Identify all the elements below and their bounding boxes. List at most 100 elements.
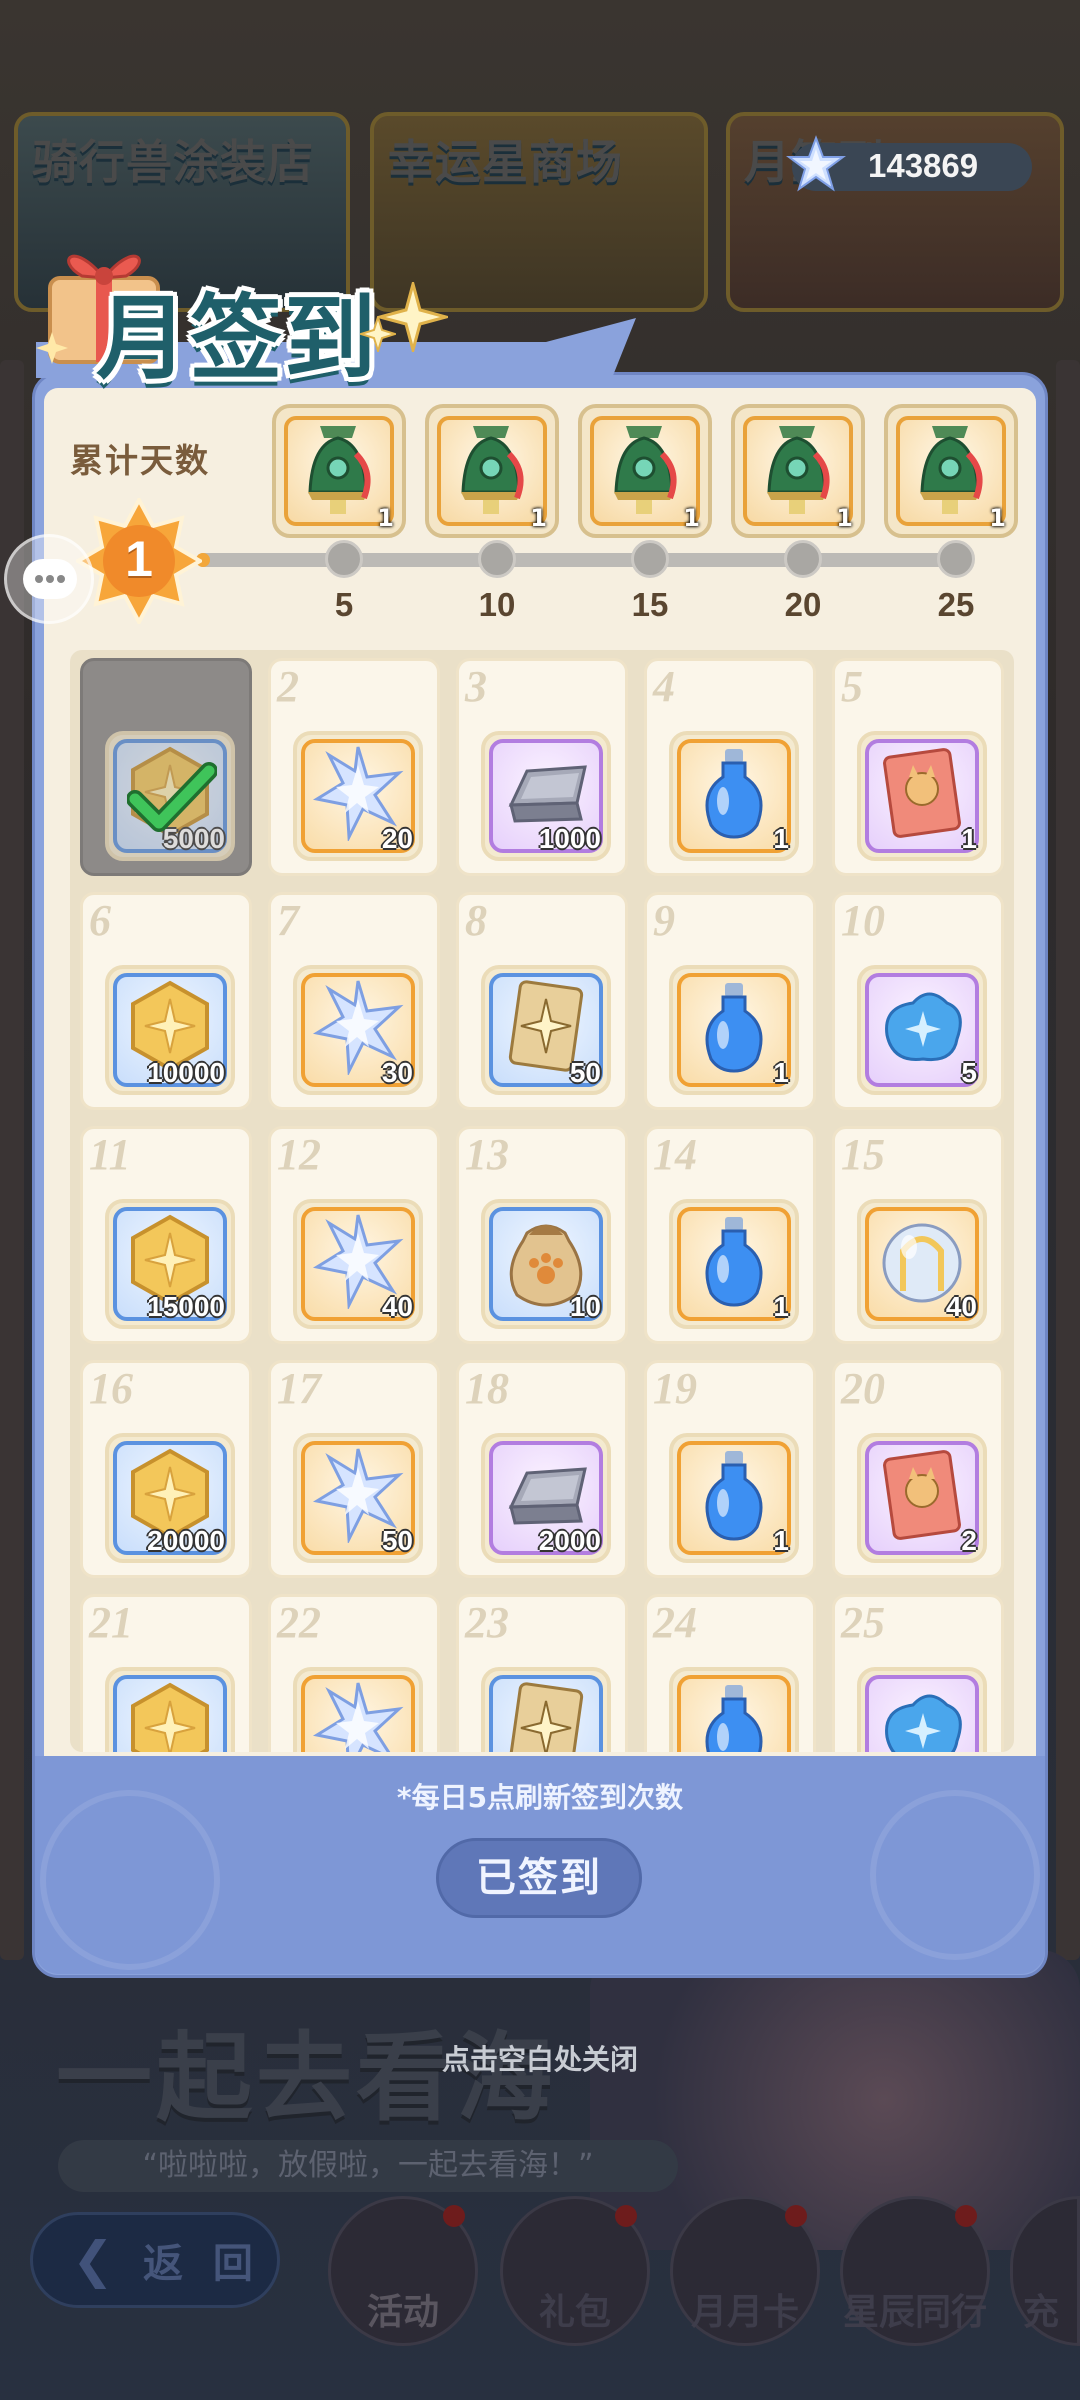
nav-activity[interactable]: 活动: [328, 2196, 478, 2346]
nav-label: 星辰同行: [843, 2292, 988, 2333]
cat-ticket-icon: [883, 1450, 961, 1540]
reward-quantity: 40: [381, 1291, 413, 1322]
day-cell-8[interactable]: 8 50: [456, 892, 628, 1110]
day-cell-3[interactable]: 3 1000: [456, 658, 628, 876]
reward-quantity: 50: [381, 1525, 413, 1556]
day-cell-16[interactable]: 16 20000: [80, 1360, 252, 1578]
milestone-reward-5[interactable]: 1: [272, 404, 406, 538]
day-cell-5[interactable]: 51: [832, 658, 1004, 876]
milestone-day-label: 15: [631, 586, 669, 623]
milestone-reward-20[interactable]: 1: [731, 404, 865, 538]
notification-dot: [955, 2205, 977, 2227]
blue-potion-icon: [705, 1217, 763, 1307]
currency-display: 143869: [786, 135, 1032, 192]
reward-item: 50: [293, 1433, 423, 1563]
nav-gift-pack[interactable]: 礼包: [500, 2196, 650, 2346]
signin-calendar-grid: 5000 2 20 3 1000 4 1 5 1 6 10000 7 30 8 50 9 1 10 5 11 15000…: [70, 650, 1014, 1752]
day-cell-10[interactable]: 10 5: [832, 892, 1004, 1110]
day-number: 11: [89, 1130, 131, 1179]
refresh-note: *每日5点刷新签到次数: [396, 1781, 684, 1814]
close-hint[interactable]: 点击空白处关闭: [0, 2038, 1080, 2078]
milestone-day-label: 25: [937, 586, 975, 623]
milestone-node: [325, 540, 363, 578]
milestone-reward-25[interactable]: 1: [884, 404, 1018, 538]
day-cell-20[interactable]: 20 2: [832, 1360, 1004, 1578]
day-cell-12[interactable]: 12 40: [268, 1126, 440, 1344]
reward-quantity: 1: [961, 823, 977, 854]
reward-quantity: 20: [381, 823, 413, 854]
event-art: [590, 1950, 1080, 2250]
side-strip-right: [1056, 360, 1080, 1960]
reward-item: 40: [293, 1199, 423, 1329]
shop-card-label: 骑行兽涂装店: [32, 135, 314, 189]
day-cell-21[interactable]: 21: [80, 1594, 252, 1752]
nav-monthly-card[interactable]: 月月卡: [670, 2196, 820, 2346]
reward-item: 1: [669, 1433, 799, 1563]
day-cell-24[interactable]: 24: [644, 1594, 816, 1752]
reward-quantity: 15000: [147, 1291, 225, 1322]
day-cell-13[interactable]: 13 10: [456, 1126, 628, 1344]
back-button[interactable]: ❮ 返 回: [30, 2212, 280, 2308]
day-cell-4[interactable]: 41: [644, 658, 816, 876]
back-button-label: 返 回: [143, 2241, 261, 2287]
chat-icon: [23, 559, 77, 599]
day-cell-15[interactable]: 15 40: [832, 1126, 1004, 1344]
reward-item: 1: [669, 965, 799, 1095]
milestone-day-label: 20: [784, 586, 822, 623]
nav-label: 活动: [366, 2292, 439, 2333]
day-cell-22[interactable]: 22: [268, 1594, 440, 1752]
nav-star-companion[interactable]: 星辰同行: [840, 2196, 990, 2346]
reward-count: 1: [989, 504, 1006, 532]
day-number: 16: [89, 1364, 133, 1413]
reward-item: 1: [669, 1199, 799, 1329]
shop-card-monthly-signin[interactable]: 月签到: [726, 112, 1064, 312]
reward-item: 1: [669, 731, 799, 861]
day-cell-7[interactable]: 7 30: [268, 892, 440, 1110]
reward-quantity: 10000: [147, 1057, 225, 1088]
day-number: 4: [653, 662, 675, 711]
reward-item: [481, 1667, 611, 1752]
day-cell-2[interactable]: 2 20: [268, 658, 440, 876]
day-cell-18[interactable]: 18 2000: [456, 1360, 628, 1578]
reward-item: [669, 1667, 799, 1752]
reward-quantity: 5: [961, 1057, 977, 1088]
milestone-reward-10[interactable]: 1: [425, 404, 559, 538]
day-number: 25: [841, 1598, 885, 1647]
day-number: 12: [277, 1130, 321, 1179]
day-cell-17[interactable]: 17 50: [268, 1360, 440, 1578]
milestone-reward-15[interactable]: 1: [578, 404, 712, 538]
reward-quantity: 1: [773, 1525, 789, 1556]
day-cell-9[interactable]: 91: [644, 892, 816, 1110]
day-cell-14[interactable]: 14 1: [644, 1126, 816, 1344]
day-cell-23[interactable]: 23: [456, 1594, 628, 1752]
day-number: 9: [653, 896, 675, 945]
day-cell-1[interactable]: 5000: [80, 658, 252, 876]
day-cell-11[interactable]: 11 15000: [80, 1126, 252, 1344]
reward-quantity: 1: [773, 823, 789, 854]
day-number: 22: [277, 1598, 321, 1647]
blue-potion-icon: [705, 983, 763, 1073]
reward-item: 1000: [481, 731, 611, 861]
day-number: 5: [841, 662, 863, 711]
reward-item: 40: [857, 1199, 987, 1329]
star-crystal-icon: [312, 1682, 404, 1752]
day-cell-6[interactable]: 6 10000: [80, 892, 252, 1110]
reward-quantity: 10: [569, 1291, 601, 1322]
cumulative-days-label: 累计天数: [70, 441, 210, 480]
reward-quantity: 40: [945, 1291, 977, 1322]
day-number: 18: [465, 1364, 509, 1413]
bell-charm-icon: [614, 426, 677, 514]
bell-charm-icon: [767, 426, 830, 514]
day-cell-19[interactable]: 19 1: [644, 1360, 816, 1578]
signed-in-button[interactable]: 已签到: [436, 1838, 642, 1918]
day-cell-25[interactable]: 25: [832, 1594, 1004, 1752]
reward-count: 1: [683, 504, 700, 532]
reward-quantity: 20000: [147, 1525, 225, 1556]
day-number: 19: [653, 1364, 697, 1413]
blue-potion-icon: [705, 749, 763, 839]
reward-item: 30: [293, 965, 423, 1095]
day-number: 7: [277, 896, 299, 945]
milestone-node: [478, 540, 516, 578]
blue-crystal-cluster-icon: [885, 992, 962, 1062]
chat-button[interactable]: [4, 534, 94, 624]
